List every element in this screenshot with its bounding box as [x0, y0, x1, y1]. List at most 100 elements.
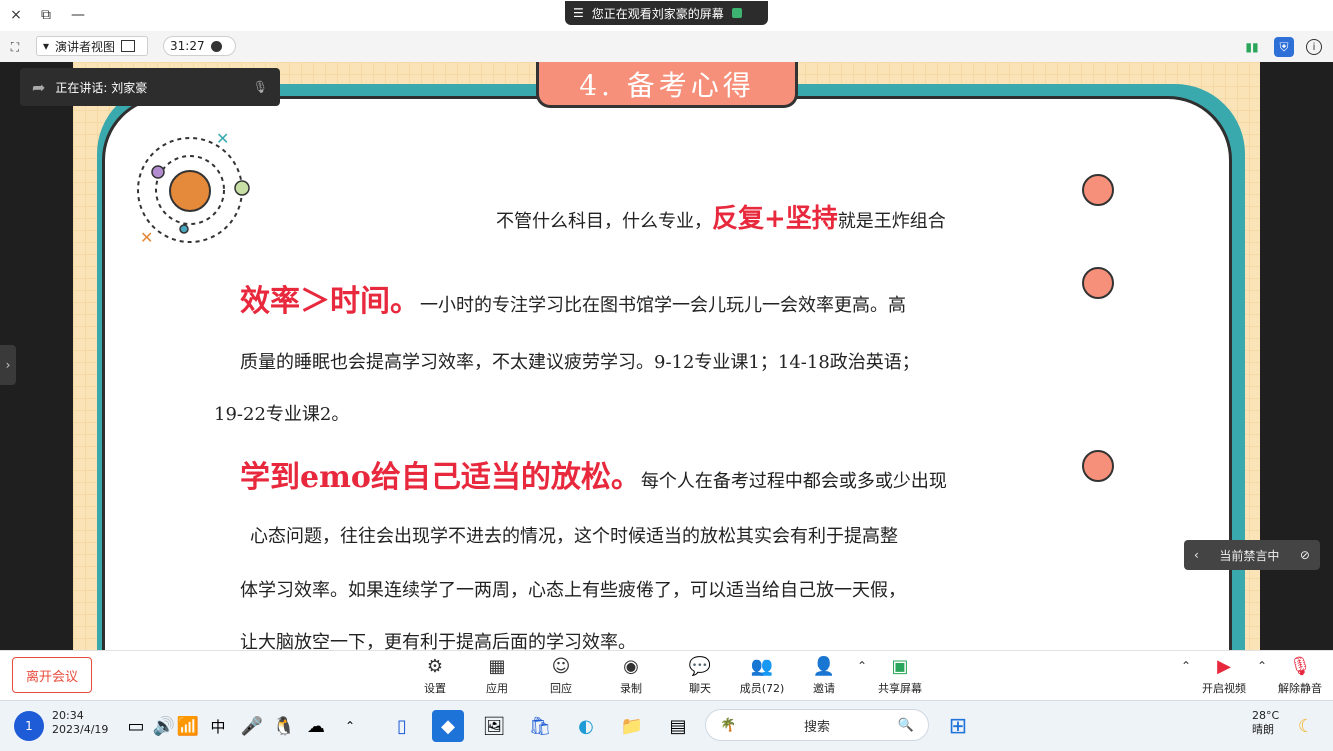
close-window-button[interactable]: × — [4, 4, 28, 26]
terminal-icon[interactable]: ▤ — [662, 710, 694, 742]
p2-line-2: 质量的睡眠也会提高学习效率，不太建议疲劳学习。9-12专业课1；14-18政治英… — [240, 352, 920, 373]
p1-highlight: 反复+坚持 — [712, 204, 838, 234]
record-label: 录制 — [620, 682, 642, 695]
tencent-meeting-icon[interactable]: ◆ — [432, 710, 464, 742]
video-off-icon: ▶ — [1217, 655, 1231, 677]
microphone-muted-icon: 🎙 — [1288, 655, 1312, 677]
view-mode-label: 演讲者视图 — [55, 39, 116, 54]
show-hidden-icons-button[interactable]: ⌃ — [334, 710, 366, 742]
clock[interactable]: 20:34 2023/4/19 — [52, 709, 108, 737]
weather-temp: 28°C — [1252, 709, 1280, 722]
start-video-label: 开启视频 — [1202, 682, 1246, 695]
meeting-controls: 离开会议 ⚙ 设置 ▦ 应用 ☺ 回应 ◉ 录制 💬 聊天 👥 成员(72) 👤… — [0, 650, 1333, 701]
signal-icon[interactable]: ▮▮ — [1242, 37, 1262, 57]
bullet-marker — [1082, 450, 1114, 482]
leave-meeting-label: 离开会议 — [25, 669, 78, 685]
svg-text:✕: ✕ — [140, 228, 153, 247]
mute-notice[interactable]: ‹ 当前禁言中 ⊘ — [1184, 540, 1320, 570]
fullscreen-button[interactable]: ⛶ — [5, 37, 25, 57]
time-text: 20:34 — [52, 709, 84, 722]
record-button[interactable]: ◉ 录制 — [603, 655, 659, 697]
title-bar: × ⧉ — ☰ 您正在观看刘家豪的屏幕 — [0, 0, 1333, 31]
reaction-button[interactable]: ☺ 回应 — [533, 655, 589, 697]
gear-icon: ⚙ — [426, 655, 444, 677]
record-icon: ◉ — [623, 655, 639, 677]
chat-bubble-icon: 💬 — [688, 655, 712, 677]
members-label: 成员(72) — [739, 682, 785, 695]
close-icon: × — [10, 7, 22, 23]
paragraph-2: 效率＞时间。一小时的专注学习比在图书馆学一会儿玩儿一会效率更高。高 — [240, 276, 906, 320]
onedrive-icon[interactable]: ☁ — [300, 710, 332, 742]
unmute-button[interactable]: 🎙 解除静音 — [1272, 655, 1328, 697]
wifi-icon[interactable]: 📶 — [172, 710, 204, 742]
video-options-button[interactable]: ⌃ — [1176, 655, 1196, 697]
settings-label: 设置 — [424, 682, 446, 695]
restore-window-button[interactable]: ⧉ — [34, 4, 58, 26]
minimize-window-button[interactable]: — — [66, 4, 90, 26]
p2-line-3: 19-22专业课2。 — [214, 404, 350, 425]
chevron-left-icon: ‹ — [1194, 548, 1199, 562]
phone-link-icon[interactable]: ▯ — [386, 710, 418, 742]
restore-icon: ⧉ — [41, 7, 51, 23]
share-status-text: 您正在观看刘家豪的屏幕 — [591, 6, 724, 21]
bullet-marker — [1082, 174, 1114, 206]
settings-button[interactable]: ⚙ 设置 — [407, 655, 463, 697]
minimize-icon: — — [71, 7, 85, 23]
expand-icon: ⛶ — [10, 39, 20, 54]
input-method-indicator[interactable]: 中 — [202, 710, 234, 742]
share-screen-icon: ▣ — [891, 655, 909, 677]
security-shield-icon[interactable]: ⛨ — [1274, 37, 1294, 57]
apps-button[interactable]: ▦ 应用 — [469, 655, 525, 697]
share-screen-button[interactable]: ▣ 共享屏幕 — [870, 655, 930, 697]
microphone-icon: 🎙 — [252, 80, 268, 94]
svg-text:✕: ✕ — [216, 129, 229, 148]
clock-icon — [210, 40, 222, 52]
info-icon[interactable]: i — [1306, 39, 1322, 55]
audio-options-button[interactable]: ⌃ — [1252, 655, 1272, 697]
chevron-up-icon: ⌃ — [1256, 659, 1268, 673]
windows-start-icon[interactable]: ⊞ — [942, 710, 974, 742]
invite-label: 邀请 — [813, 682, 835, 695]
invite-button[interactable]: 👤 邀请 — [796, 655, 852, 697]
share-options-button[interactable]: ⌃ — [852, 655, 872, 697]
start-video-button[interactable]: ▶ 开启视频 — [1196, 655, 1252, 697]
apps-grid-icon: ▦ — [488, 655, 506, 677]
slide-heading: 4. 备考心得 — [536, 62, 798, 108]
muted-chat-icon: ⊘ — [1299, 548, 1310, 562]
view-mode-dropdown[interactable]: ▾ 演讲者视图 — [36, 36, 148, 56]
paragraph-3: 学到emo给自己适当的放松。每个人在备考过程中都会或多或少出现 — [240, 452, 947, 496]
slide-card — [102, 96, 1232, 696]
reaction-label: 回应 — [550, 682, 572, 695]
chevron-right-icon: › — [5, 358, 11, 372]
bullet-marker — [1082, 267, 1114, 299]
grid-view-icon — [121, 40, 136, 52]
p1-text: 不管什么科目，什么专业， — [496, 211, 712, 232]
expand-sidebar-button[interactable]: › — [0, 345, 16, 385]
notification-badge[interactable]: 1 — [14, 711, 44, 741]
meeting-toolbar: ⛶ ▾ 演讲者视图 31:27 ▮▮ ⛨ i — [0, 31, 1333, 63]
chevron-up-icon: ⌃ — [1180, 659, 1192, 673]
screen-share-status[interactable]: ☰ 您正在观看刘家豪的屏幕 — [565, 1, 768, 25]
p2-highlight: 效率＞时间。 — [240, 284, 420, 319]
members-button[interactable]: 👥 成员(72) — [734, 655, 790, 697]
weather-desc: 晴朗 — [1252, 723, 1274, 736]
file-explorer-icon[interactable]: 📁 — [616, 710, 648, 742]
notification-count: 1 — [25, 719, 33, 733]
p1-text-end: 就是王炸组合 — [837, 211, 946, 232]
qq-tray-icon[interactable]: 🐧 — [268, 710, 300, 742]
edge-browser-icon[interactable]: ◐ — [570, 710, 602, 742]
weather-widget[interactable]: 28°C 晴朗 — [1252, 709, 1279, 737]
taskbar-search[interactable]: 🌴 搜索 🔍 — [705, 709, 929, 741]
menu-icon[interactable]: ☰ — [573, 6, 584, 20]
leave-meeting-button[interactable]: 离开会议 — [12, 657, 92, 693]
store-icon[interactable]: 🛍 — [524, 710, 556, 742]
ime-label: 中 — [210, 717, 226, 736]
microphone-tray-icon[interactable]: 🎤 — [236, 710, 268, 742]
p2-line-1: 一小时的专注学习比在图书馆学一会儿玩儿一会效率更高。高 — [420, 295, 906, 316]
chat-button[interactable]: 💬 聊天 — [672, 655, 728, 697]
paragraph-1: 不管什么科目，什么专业，反复+坚持就是王炸组合 — [496, 198, 946, 235]
p3-highlight: 学到emo给自己适当的放松。 — [240, 460, 641, 495]
photos-icon[interactable]: 🖼 — [478, 710, 510, 742]
windows-taskbar: 1 20:34 2023/4/19 ▭ 🔊 📶 中 🎤 🐧 ☁ ⌃ ▯ ◆ 🖼 … — [0, 700, 1333, 751]
sharing-indicator-icon — [731, 8, 742, 18]
